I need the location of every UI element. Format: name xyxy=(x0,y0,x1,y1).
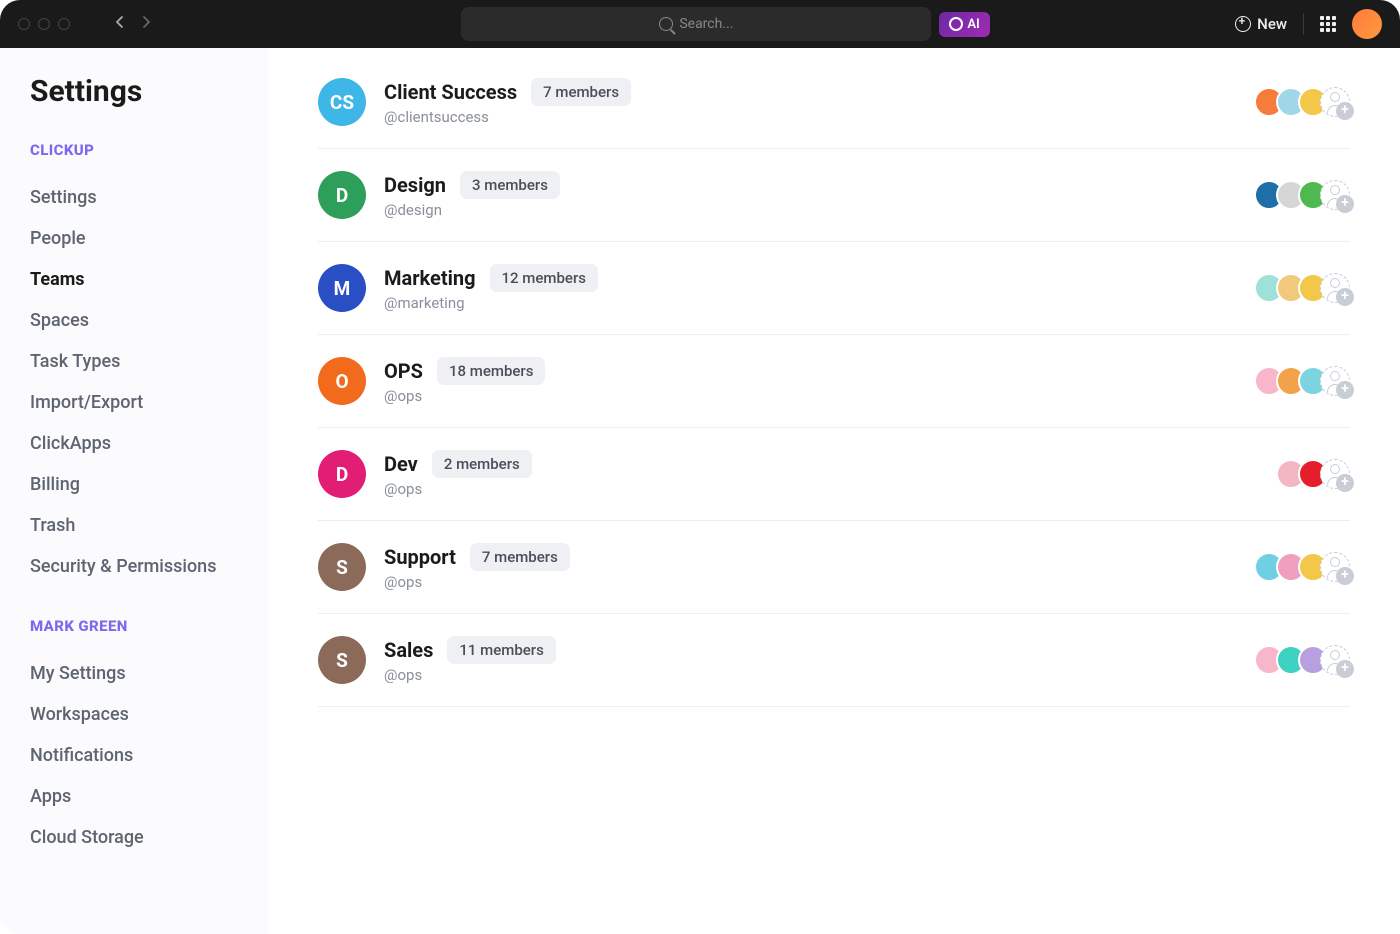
traffic-zoom[interactable] xyxy=(58,18,70,30)
member-count-pill: 18 members xyxy=(437,357,545,385)
ai-icon xyxy=(949,17,963,31)
sidebar: Settings CLICKUP SettingsPeopleTeamsSpac… xyxy=(0,48,268,934)
team-name: Sales xyxy=(384,638,433,662)
team-handle: @ops xyxy=(384,573,570,591)
team-handle: @design xyxy=(384,201,560,219)
team-info: Design 3 members @design xyxy=(384,171,560,219)
plus-icon: + xyxy=(1336,474,1354,492)
team-badge: D xyxy=(318,450,366,498)
team-handle: @marketing xyxy=(384,294,598,312)
team-badge: S xyxy=(318,543,366,591)
sidebar-item-my-settings[interactable]: My Settings xyxy=(30,653,240,694)
plus-circle-icon xyxy=(1235,16,1251,32)
team-name: OPS xyxy=(384,359,423,383)
avatar-stack: + xyxy=(1254,552,1350,582)
member-count-pill: 12 members xyxy=(490,264,598,292)
topbar: Search... AI New xyxy=(0,0,1400,48)
sidebar-item-people[interactable]: People xyxy=(30,218,240,259)
plus-icon: + xyxy=(1336,381,1354,399)
plus-icon: + xyxy=(1336,288,1354,306)
plus-icon: + xyxy=(1336,102,1354,120)
team-badge: CS xyxy=(318,78,366,126)
team-name: Marketing xyxy=(384,266,476,290)
team-name: Support xyxy=(384,545,456,569)
team-handle: @ops xyxy=(384,387,545,405)
sidebar-section-clickup: CLICKUP xyxy=(30,141,240,159)
team-name: Client Success xyxy=(384,80,517,104)
team-row[interactable]: CS Client Success 7 members @clientsuccess + xyxy=(318,78,1350,149)
sidebar-item-cloud-storage[interactable]: Cloud Storage xyxy=(30,817,240,858)
plus-icon: + xyxy=(1336,567,1354,585)
sidebar-item-settings[interactable]: Settings xyxy=(30,177,240,218)
new-label: New xyxy=(1257,15,1287,33)
member-count-pill: 7 members xyxy=(531,78,631,106)
search-input[interactable]: Search... xyxy=(461,7,931,41)
search-icon xyxy=(659,17,673,31)
sidebar-item-notifications[interactable]: Notifications xyxy=(30,735,240,776)
ai-button[interactable]: AI xyxy=(939,12,989,37)
main-content: CS Client Success 7 members @clientsuccess +… xyxy=(268,48,1400,934)
search-placeholder: Search... xyxy=(679,16,733,32)
traffic-close[interactable] xyxy=(18,18,30,30)
member-count-pill: 11 members xyxy=(447,636,555,664)
team-handle: @clientsuccess xyxy=(384,108,631,126)
avatar-stack: + xyxy=(1254,87,1350,117)
avatar-stack: + xyxy=(1254,645,1350,675)
avatar-stack: + xyxy=(1254,273,1350,303)
member-count-pill: 3 members xyxy=(460,171,560,199)
sidebar-item-apps[interactable]: Apps xyxy=(30,776,240,817)
team-badge: S xyxy=(318,636,366,684)
sidebar-item-workspaces[interactable]: Workspaces xyxy=(30,694,240,735)
team-row[interactable]: S Support 7 members @ops + xyxy=(318,521,1350,614)
team-info: Client Success 7 members @clientsuccess xyxy=(384,78,631,126)
team-info: OPS 18 members @ops xyxy=(384,357,545,405)
team-badge: M xyxy=(318,264,366,312)
nav-back-icon[interactable] xyxy=(110,16,130,32)
nav-forward-icon[interactable] xyxy=(136,16,156,32)
sidebar-item-clickapps[interactable]: ClickApps xyxy=(30,423,240,464)
team-info: Marketing 12 members @marketing xyxy=(384,264,598,312)
sidebar-item-security-permissions[interactable]: Security & Permissions xyxy=(30,546,240,587)
page-title: Settings xyxy=(30,74,240,109)
team-name: Design xyxy=(384,173,446,197)
divider xyxy=(1303,13,1304,35)
nav-arrows xyxy=(110,16,156,32)
sidebar-item-spaces[interactable]: Spaces xyxy=(30,300,240,341)
traffic-minimize[interactable] xyxy=(38,18,50,30)
avatar-stack: + xyxy=(1276,459,1350,489)
team-info: Support 7 members @ops xyxy=(384,543,570,591)
team-info: Dev 2 members @ops xyxy=(384,450,532,498)
sidebar-item-import-export[interactable]: Import/Export xyxy=(30,382,240,423)
ai-label: AI xyxy=(967,17,979,32)
sidebar-item-billing[interactable]: Billing xyxy=(30,464,240,505)
sidebar-item-trash[interactable]: Trash xyxy=(30,505,240,546)
member-count-pill: 2 members xyxy=(432,450,532,478)
sidebar-section-user: MARK GREEN xyxy=(30,617,240,635)
team-info: Sales 11 members @ops xyxy=(384,636,556,684)
team-badge: D xyxy=(318,171,366,219)
user-avatar[interactable] xyxy=(1352,9,1382,39)
team-handle: @ops xyxy=(384,666,556,684)
team-badge: O xyxy=(318,357,366,405)
team-row[interactable]: D Design 3 members @design + xyxy=(318,149,1350,242)
apps-grid-icon[interactable] xyxy=(1320,16,1336,32)
member-count-pill: 7 members xyxy=(470,543,570,571)
plus-icon: + xyxy=(1336,660,1354,678)
avatar-stack: + xyxy=(1254,180,1350,210)
team-row[interactable]: D Dev 2 members @ops + xyxy=(318,428,1350,521)
team-row[interactable]: S Sales 11 members @ops + xyxy=(318,614,1350,707)
new-button[interactable]: New xyxy=(1235,15,1287,33)
team-handle: @ops xyxy=(384,480,532,498)
window-controls xyxy=(18,18,70,30)
sidebar-item-teams[interactable]: Teams xyxy=(30,259,240,300)
avatar-stack: + xyxy=(1254,366,1350,396)
plus-icon: + xyxy=(1336,195,1354,213)
team-name: Dev xyxy=(384,452,418,476)
sidebar-item-task-types[interactable]: Task Types xyxy=(30,341,240,382)
team-row[interactable]: M Marketing 12 members @marketing + xyxy=(318,242,1350,335)
team-row[interactable]: O OPS 18 members @ops + xyxy=(318,335,1350,428)
